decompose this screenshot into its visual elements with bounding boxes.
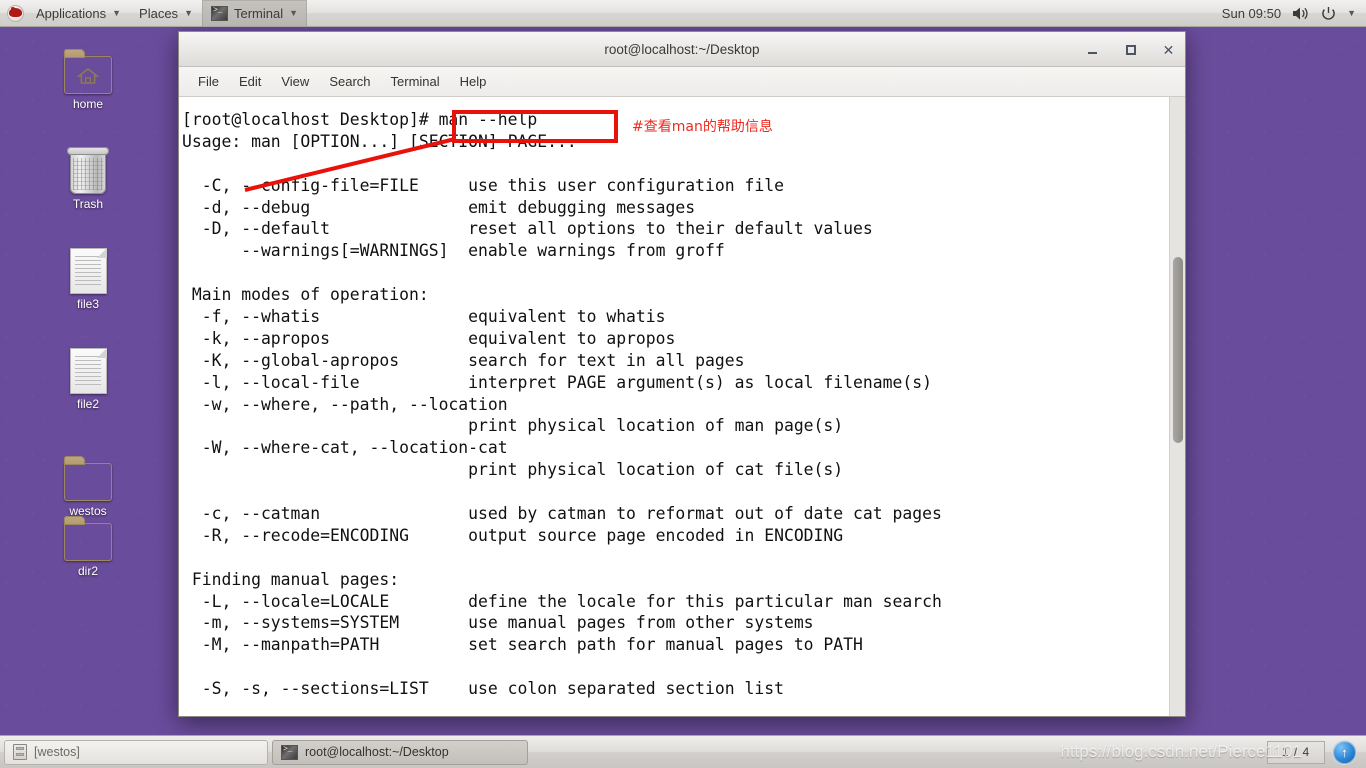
taskbar-item-label: root@localhost:~/Desktop (305, 745, 449, 759)
desktop-icon-trash[interactable]: Trash (40, 144, 136, 211)
taskbar-item-terminal[interactable]: root@localhost:~/Desktop (272, 739, 528, 765)
terminal-icon (281, 744, 298, 760)
update-icon[interactable]: ↑ (1333, 740, 1356, 764)
terminal-line: -f, --whatis equivalent to whatis (182, 307, 666, 327)
terminal-line: -m, --systems=SYSTEM use manual pages fr… (182, 613, 814, 633)
volume-icon[interactable] (1292, 6, 1310, 21)
desktop-icon-label: file3 (76, 297, 99, 311)
terminal-body[interactable]: [root@localhost Desktop]# man --help Usag… (179, 97, 1185, 716)
menu-search[interactable]: Search (320, 70, 379, 93)
taskbar: [westos] root@localhost:~/Desktop 1 / 4 … (0, 735, 1366, 768)
close-button[interactable]: ✕ (1160, 41, 1177, 58)
document-file-icon (40, 244, 136, 294)
terminal-menubar: File Edit View Search Terminal Help (179, 67, 1185, 97)
window-menu-terminal-label: Terminal (233, 5, 284, 21)
chevron-down-icon: ▼ (112, 7, 122, 18)
taskbar-status-area: 1 / 4 ↑ (1267, 740, 1362, 764)
desktop-icon-label: home (72, 97, 104, 111)
terminal-line: -k, --apropos equivalent to apropos (182, 328, 676, 348)
desktop-icon-home[interactable]: home (40, 44, 136, 111)
terminal-window[interactable]: root@localhost:~/Desktop ✕ File Edit Vie… (178, 31, 1186, 717)
terminal-line: --warnings[=WARNINGS] enable warnings fr… (182, 241, 725, 261)
document-file-icon (40, 344, 136, 394)
desktop-icon-label: dir2 (77, 564, 98, 578)
menu-terminal[interactable]: Terminal (382, 70, 449, 93)
menu-view[interactable]: View (272, 70, 318, 93)
taskbar-item-label: [westos] (34, 745, 80, 759)
terminal-line: Usage: man [OPTION...] [SECTION] PAGE... (182, 131, 577, 151)
menu-edit[interactable]: Edit (230, 70, 270, 93)
terminal-line: print physical location of man page(s) (182, 416, 844, 436)
maximize-button[interactable] (1122, 41, 1139, 58)
desktop-icon-dir2[interactable]: dir2 (40, 511, 136, 578)
top-panel: Applications ▼ Places ▼ Terminal ▼ Sun 0… (0, 0, 1366, 27)
menu-applications-label: Applications (36, 5, 107, 21)
desktop-icon-file3[interactable]: file3 (40, 244, 136, 311)
terminal-titlebar[interactable]: root@localhost:~/Desktop ✕ (179, 32, 1185, 67)
terminal-scrollbar[interactable] (1169, 97, 1185, 716)
terminal-line: -c, --catman used by catman to reformat … (182, 504, 942, 524)
taskbar-item-westos[interactable]: [westos] (4, 739, 268, 765)
terminal-line: -M, --manpath=PATH set search path for m… (182, 635, 863, 655)
menu-applications[interactable]: Applications ▼ (27, 0, 130, 27)
terminal-line: -K, --global-apropos search for text in … (182, 350, 745, 370)
terminal-line: -R, --recode=ENCODING output source page… (182, 525, 844, 545)
window-controls: ✕ (1084, 32, 1177, 67)
terminal-icon (210, 5, 228, 21)
chevron-down-icon: ▼ (289, 7, 299, 18)
power-icon[interactable] (1321, 6, 1336, 21)
terminal-line: -l, --local-file interpret PAGE argument… (182, 372, 932, 392)
terminal-output[interactable]: [root@localhost Desktop]# man --help Usag… (179, 97, 1169, 716)
terminal-line: -L, --locale=LOCALE define the locale fo… (182, 591, 942, 611)
scrollbar-thumb[interactable] (1173, 257, 1183, 443)
chevron-down-icon: ▼ (184, 7, 193, 18)
menu-file[interactable]: File (189, 70, 228, 93)
terminal-line: Finding manual pages: (182, 569, 400, 589)
terminal-line: -W, --where-cat, --location-cat (182, 438, 508, 458)
terminal-line: print physical location of cat file(s) (182, 460, 844, 480)
terminal-line: -C, --config-file=FILE use this user con… (182, 175, 784, 195)
panel-status-area: Sun 09:50 ▼ (1222, 6, 1366, 21)
home-folder-icon (40, 44, 136, 94)
terminal-line: Main modes of operation: (182, 285, 429, 305)
desktop-icon-file2[interactable]: file2 (40, 344, 136, 411)
workspace-switcher[interactable]: 1 / 4 (1267, 740, 1325, 764)
terminal-line: -d, --debug emit debugging messages (182, 197, 696, 217)
redhat-logo-icon[interactable] (7, 4, 24, 22)
drawer-icon (13, 744, 27, 760)
window-title: root@localhost:~/Desktop (604, 41, 760, 57)
minimize-button[interactable] (1084, 41, 1101, 58)
folder-icon (40, 451, 136, 501)
desktop-icon-label: Trash (72, 197, 104, 211)
folder-icon (40, 511, 136, 561)
terminal-line: [root@localhost Desktop]# man --help (182, 110, 538, 129)
menu-help[interactable]: Help (451, 70, 496, 93)
clock[interactable]: Sun 09:50 (1222, 6, 1281, 21)
trash-icon (40, 144, 136, 194)
desktop-icon-label: file2 (76, 397, 99, 411)
terminal-line: -w, --where, --path, --location (182, 394, 508, 414)
terminal-line: -S, -s, --sections=LIST use colon separa… (182, 679, 784, 699)
terminal-line: -D, --default reset all options to their… (182, 219, 873, 239)
menu-places[interactable]: Places ▼ (130, 0, 202, 27)
desktop-icon-westos[interactable]: westos (40, 451, 136, 518)
menu-places-label: Places (139, 5, 179, 21)
window-menu-terminal[interactable]: Terminal ▼ (201, 0, 308, 27)
chevron-down-icon[interactable]: ▼ (1347, 8, 1356, 18)
